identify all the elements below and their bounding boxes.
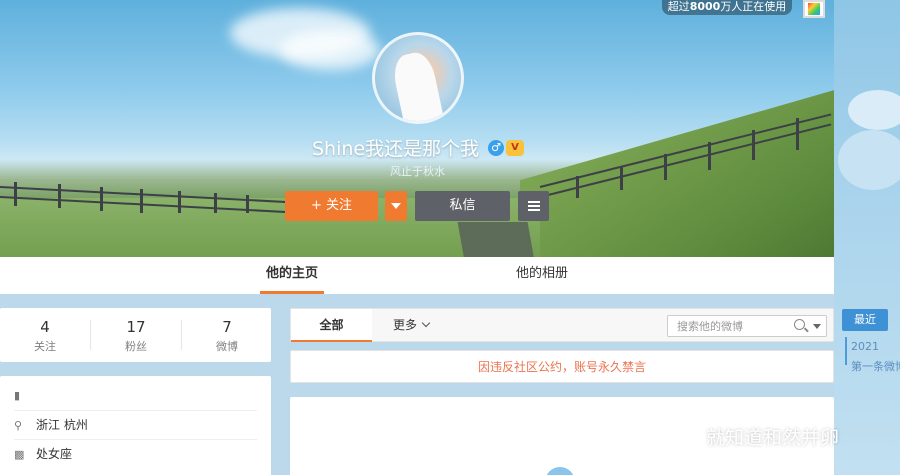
more-menu-button[interactable]: [518, 191, 549, 221]
fence-post: [14, 182, 17, 206]
stat-value: 4: [40, 318, 50, 336]
active-users-badge: 超过8000万人正在使用: [662, 0, 792, 15]
tab-album[interactable]: 他的相册: [516, 257, 568, 294]
feed-search-input[interactable]: [668, 316, 786, 336]
location-text: 浙江 杭州: [36, 418, 88, 432]
feed-filter-bar: 全部 更多: [290, 308, 834, 342]
profile-name: Shine我还是那个我: [312, 138, 480, 160]
page-background-right: [834, 0, 900, 475]
search-dropdown-icon[interactable]: [813, 324, 821, 329]
cake-icon: ▩: [14, 448, 25, 461]
watermark: 就知道和然并卵: [676, 423, 839, 450]
wechat-icon: [676, 428, 698, 446]
stat-following[interactable]: 4 关注: [0, 318, 90, 354]
stats-card: 4 关注 17 粉丝 7 微博: [0, 308, 271, 362]
watermark-text: 就知道和然并卵: [706, 427, 840, 449]
fence-post: [214, 193, 217, 213]
fence-post: [178, 191, 181, 213]
follow-button[interactable]: + 关注: [285, 191, 378, 221]
stat-value: 17: [126, 318, 146, 336]
filter-more-dropdown[interactable]: 更多: [393, 309, 431, 342]
cover-hill: [520, 59, 834, 257]
filter-all-tab[interactable]: 全部: [291, 309, 372, 342]
fence-post: [752, 130, 755, 160]
fence-post: [620, 166, 623, 190]
stat-label: 微博: [216, 340, 238, 353]
menu-icon: [527, 200, 540, 211]
fence-post: [576, 176, 579, 198]
fence-post: [664, 154, 667, 180]
stat-label: 粉丝: [125, 340, 147, 353]
fence-post: [58, 184, 61, 208]
stat-label: 关注: [34, 340, 56, 353]
fence-post: [100, 187, 103, 211]
fence-post: [708, 142, 711, 170]
chevron-down-icon: [421, 318, 431, 328]
info-row-zodiac: ▩ 处女座: [14, 439, 257, 468]
timeline-line: [845, 337, 847, 365]
avatar[interactable]: [372, 32, 464, 124]
background-cloud: [838, 130, 900, 190]
stat-value: 7: [222, 318, 232, 336]
info-row-badge: ▮: [14, 381, 257, 410]
cover-stairs: [457, 222, 537, 257]
location-pin-icon: ⚲: [14, 419, 23, 432]
feed-search-box: [667, 315, 827, 337]
skin-template-icon[interactable]: [803, 0, 825, 18]
fence-post: [246, 195, 249, 213]
follow-dropdown-button[interactable]: [385, 191, 407, 221]
chevron-down-icon: [391, 202, 401, 209]
timeline-first-post[interactable]: 第一条微博: [851, 358, 900, 374]
tab-home[interactable]: 他的主页: [260, 257, 324, 294]
background-cloud: [848, 90, 900, 130]
message-button[interactable]: 私信: [415, 191, 510, 221]
male-icon: ♂: [488, 140, 504, 156]
bookmark-icon: ▮: [14, 389, 21, 402]
fence-post: [796, 118, 799, 150]
stat-followers[interactable]: 17 粉丝: [91, 318, 181, 354]
filter-more-label: 更多: [393, 318, 418, 332]
timeline-year[interactable]: 2021: [851, 340, 879, 353]
stat-posts[interactable]: 7 微博: [182, 318, 272, 354]
profile-info-card: ▮ ⚲ 浙江 杭州 ▩ 处女座: [0, 376, 271, 475]
fence-post: [140, 189, 143, 213]
loading-icon: [545, 467, 575, 475]
ban-notice: 因违反社区公约，账号永久禁言: [290, 350, 834, 383]
search-icon[interactable]: [794, 319, 805, 330]
zodiac-text: 处女座: [36, 447, 73, 461]
cover-cloud: [280, 30, 380, 70]
vip-badge-icon[interactable]: V: [506, 140, 524, 156]
timeline-latest-button[interactable]: 最近: [842, 309, 888, 331]
profile-tab-bar: 他的主页 他的相册: [0, 257, 834, 294]
info-row-location: ⚲ 浙江 杭州: [14, 410, 257, 439]
profile-bio: 风止于秋水: [390, 165, 445, 178]
